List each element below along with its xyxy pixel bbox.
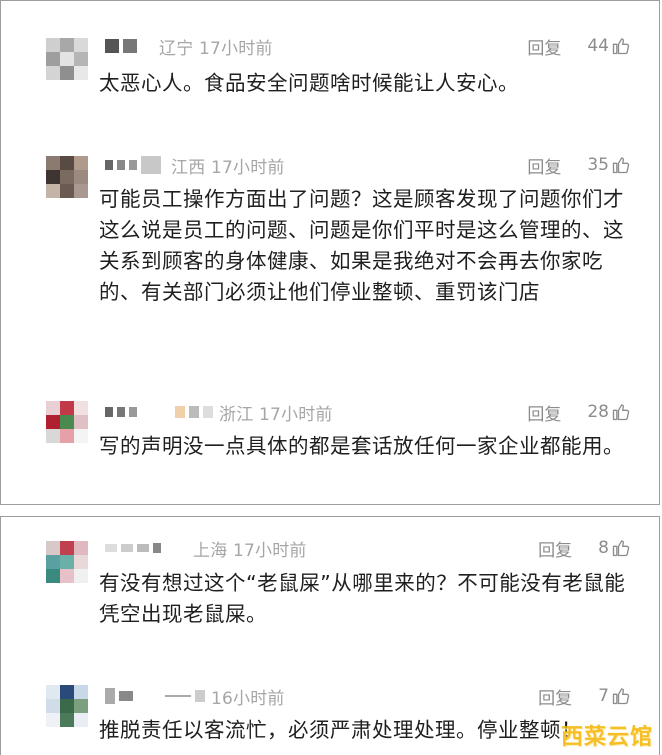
location-time: 上海 17小时前	[193, 540, 307, 561]
comment-text: 推脱责任以客流忙，必须严肃处理处理。停业整顿！	[99, 718, 582, 742]
avatar[interactable]	[46, 156, 88, 198]
comment-meta: 江西 17小时前	[105, 154, 285, 178]
like-count: 44	[587, 36, 609, 56]
like-count: 28	[587, 402, 609, 422]
like-button[interactable]: 44	[587, 36, 631, 56]
comment-actions: 回复 28	[527, 400, 631, 425]
like-count: 7	[598, 686, 609, 706]
like-count: 8	[598, 538, 609, 558]
comment-meta: 16小时前	[105, 685, 285, 709]
comment-meta: 辽宁 17小时前	[105, 35, 273, 59]
thumbs-up-icon	[612, 688, 630, 705]
location-time: 江西 17小时前	[171, 157, 285, 178]
avatar[interactable]	[46, 541, 88, 583]
username-blurred[interactable]	[105, 543, 161, 553]
reply-button[interactable]: 回复	[527, 34, 561, 59]
avatar[interactable]	[46, 685, 88, 727]
username-blurred[interactable]	[105, 406, 213, 418]
reply-button[interactable]: 回复	[538, 536, 572, 561]
thumbs-up-icon	[612, 157, 630, 174]
comment-text: 写的声明没一点具体的都是套话放任何一家企业都能用。	[99, 434, 624, 458]
comment-text: 有没有想过这个“老鼠屎”从哪里来的？不可能没有老鼠能凭空出现老鼠屎。	[99, 571, 626, 626]
username-blurred[interactable]	[105, 156, 161, 174]
username-blurred[interactable]	[105, 39, 137, 53]
comment-text: 可能员工操作方面出了问题？这是顾客发现了问题你们才这么说是员工的问题、问题是你们…	[99, 187, 624, 304]
comment-actions: 回复 7	[538, 684, 631, 709]
comment-actions: 回复 35	[527, 153, 631, 178]
like-button[interactable]: 7	[598, 686, 631, 706]
comment-actions: 回复 44	[527, 34, 631, 59]
location-time: 16小时前	[211, 688, 285, 709]
username-blurred[interactable]	[105, 688, 205, 704]
watermark-logo: 西菜云馆	[560, 725, 653, 750]
comment-meta: 上海 17小时前	[105, 537, 307, 561]
thumbs-up-icon	[612, 38, 630, 55]
avatar[interactable]	[46, 401, 88, 443]
comment-text: 太恶心人。食品安全问题啥时候能让人安心。	[99, 71, 519, 95]
thumbs-up-icon	[612, 540, 630, 557]
comment-actions: 回复 8	[538, 536, 631, 561]
avatar[interactable]	[46, 38, 88, 80]
reply-button[interactable]: 回复	[538, 684, 572, 709]
location-time: 辽宁 17小时前	[159, 38, 273, 59]
comment-panel: 辽宁 17小时前 回复 44 太恶心人。食品安全问题啥时候能让人安心。 江西 1…	[0, 0, 660, 505]
like-count: 35	[587, 155, 609, 175]
comment-panel: 上海 17小时前 回复 8 有没有想过这个“老鼠屎”从哪里来的？不可能没有老鼠能…	[0, 516, 660, 755]
reply-button[interactable]: 回复	[527, 400, 561, 425]
like-button[interactable]: 28	[587, 402, 631, 422]
reply-button[interactable]: 回复	[527, 153, 561, 178]
comment-meta: 浙江 17小时前	[105, 401, 333, 425]
thumbs-up-icon	[612, 404, 630, 421]
like-button[interactable]: 35	[587, 155, 631, 175]
like-button[interactable]: 8	[598, 538, 631, 558]
location-time: 浙江 17小时前	[219, 404, 333, 425]
